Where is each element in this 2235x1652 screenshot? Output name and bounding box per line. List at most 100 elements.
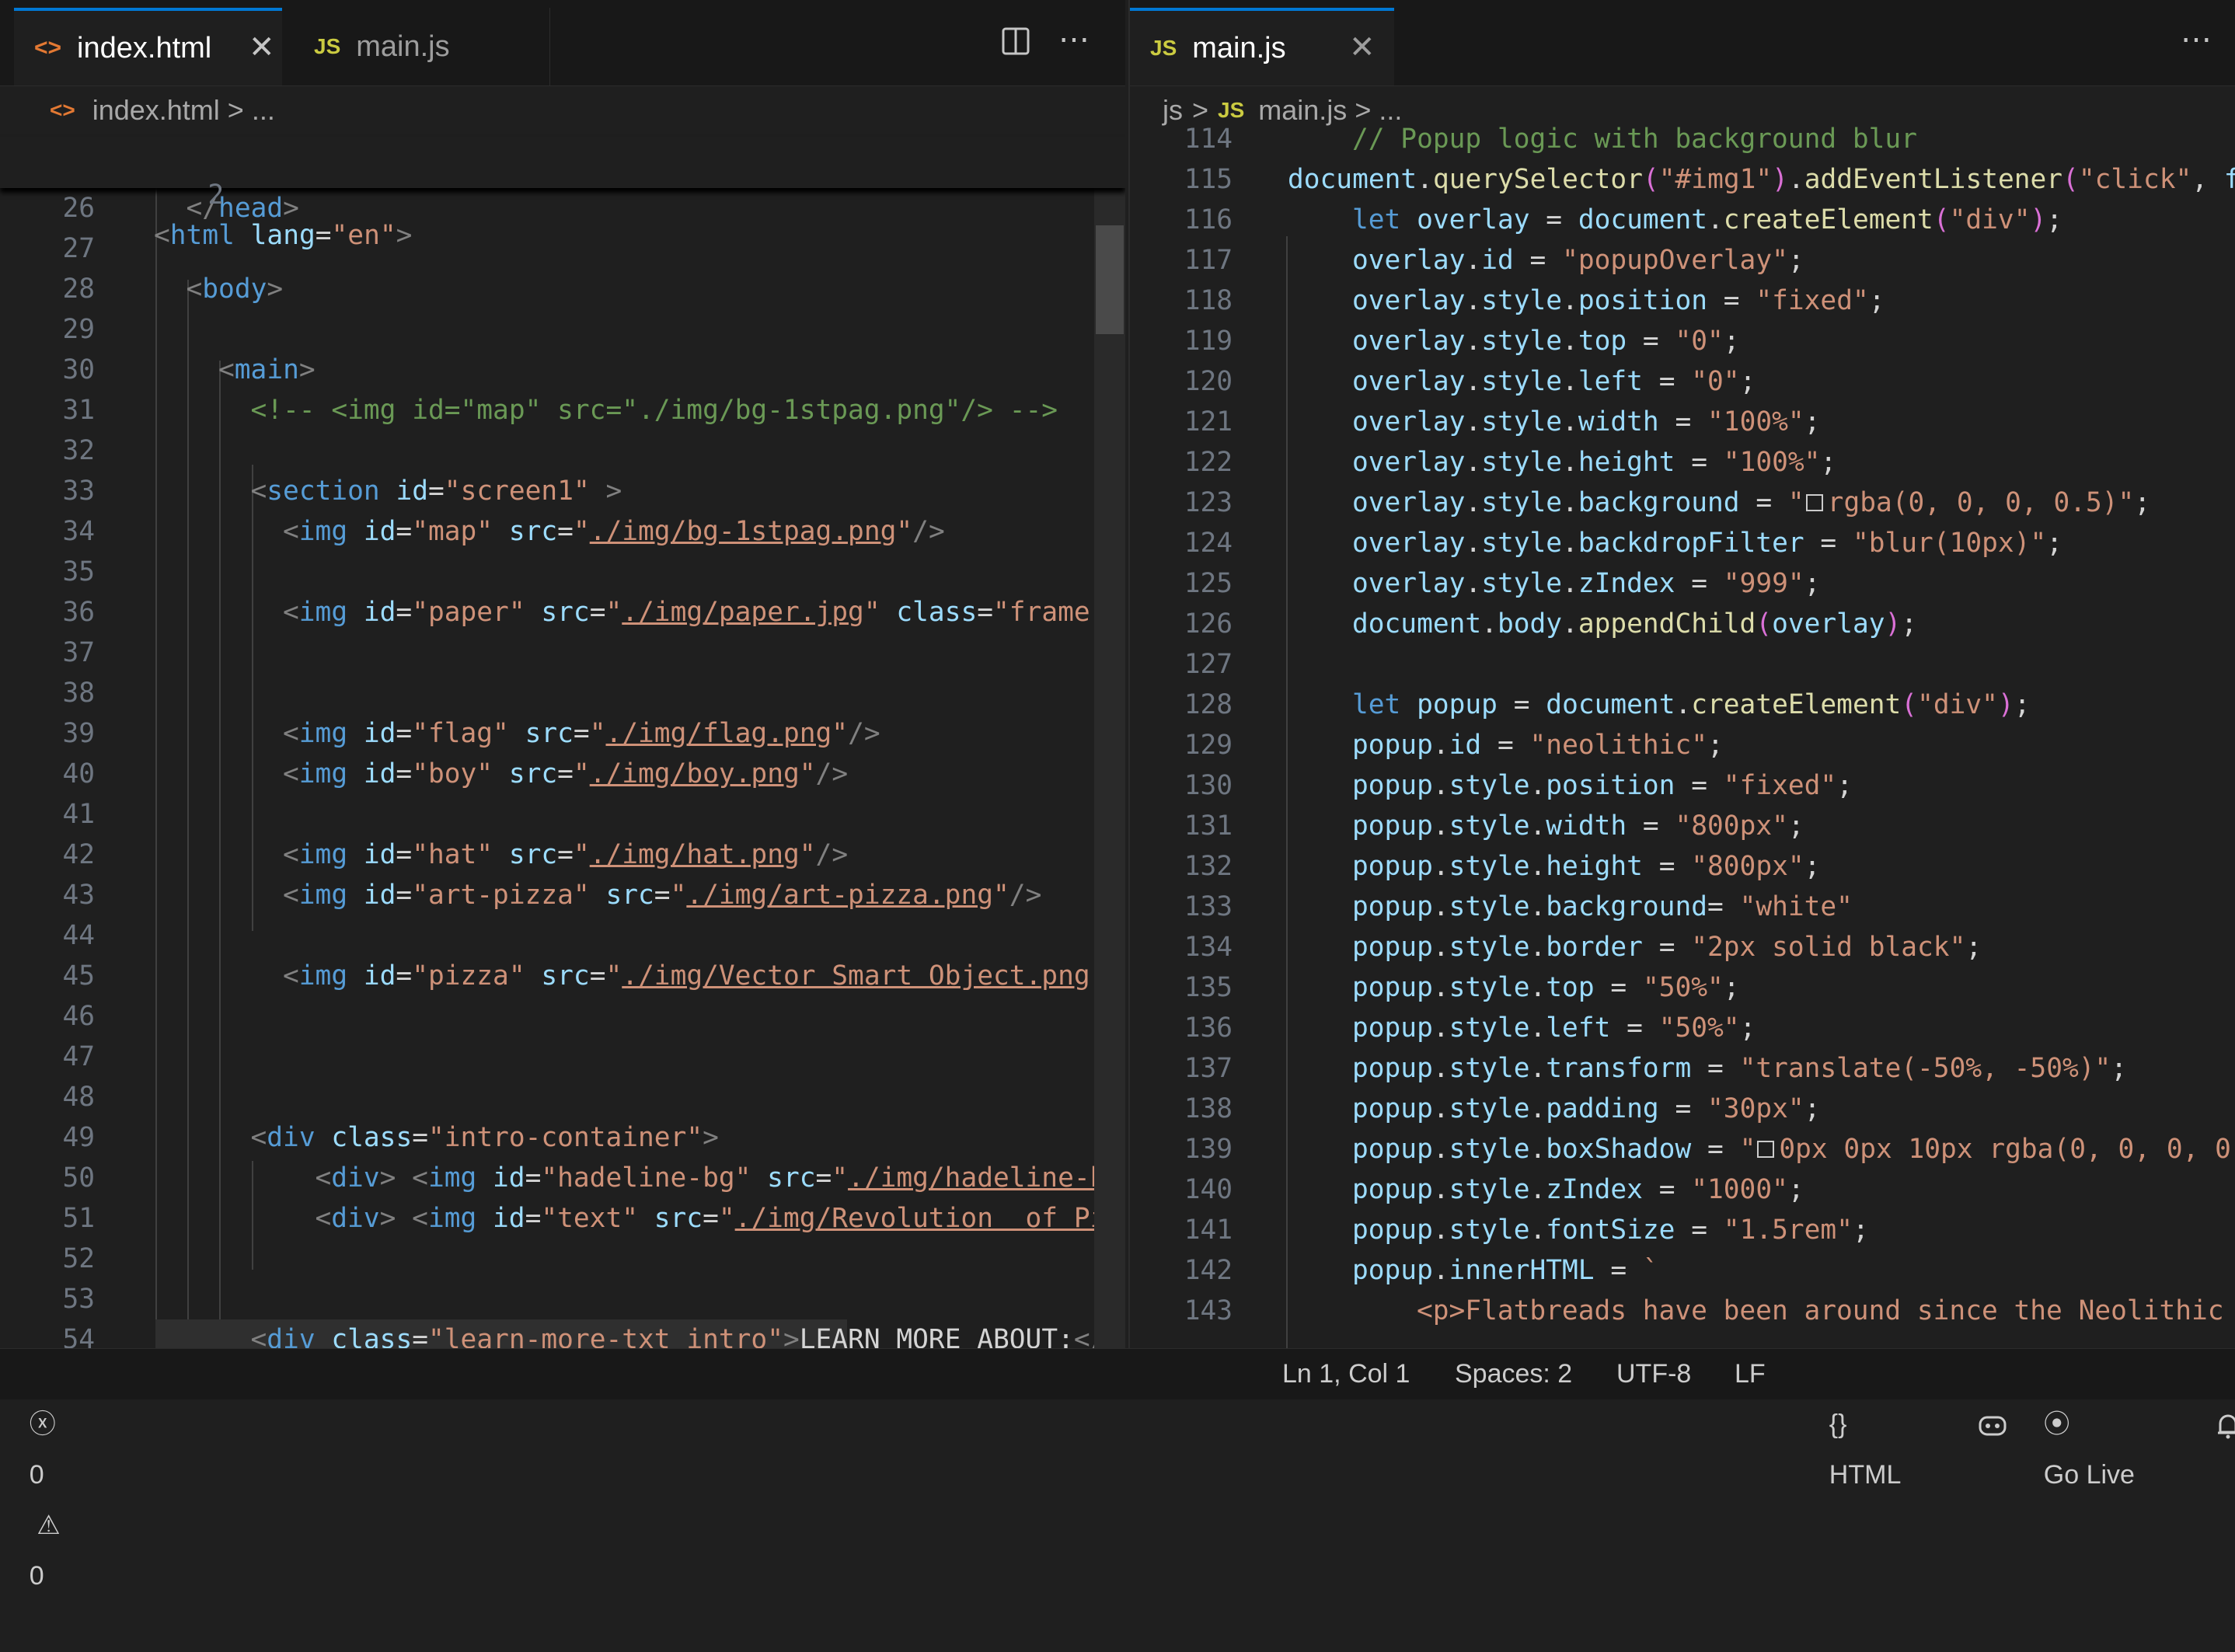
line-code: overlay.style.left = "0"; <box>1352 366 1756 397</box>
line-number: 47 <box>62 1041 95 1072</box>
split-editor-icon[interactable] <box>1001 26 1030 64</box>
line-number: 133 <box>1184 891 1233 922</box>
line-number: 44 <box>62 920 95 951</box>
breadcrumb-more[interactable]: ... <box>252 94 275 127</box>
code-line: 138 popup.style.padding = "30px"; <box>1130 1089 2235 1129</box>
line-code: popup.style.fontSize = "1.5rem"; <box>1352 1215 1869 1246</box>
line-number: 52 <box>62 1243 95 1274</box>
error-icon: ⓧ <box>29 1410 56 1439</box>
line-code: document.body.appendChild(overlay); <box>1352 608 1918 640</box>
line-number: 32 <box>62 435 95 466</box>
line-code: overlay.style.height = "100%"; <box>1352 447 1837 478</box>
end-of-line[interactable]: LF <box>1735 1349 1766 1399</box>
close-icon[interactable]: ✕ <box>249 30 275 65</box>
tab-main-js[interactable]: JS main.js ✕ <box>1130 8 1394 85</box>
copilot-icon[interactable] <box>1947 1349 2008 1436</box>
code-line: 143 <p>Flatbreads have been around since … <box>1130 1291 2235 1331</box>
line-number: 132 <box>1184 851 1233 882</box>
code-editor[interactable]: 2 <html lang="en"> 26 </head> 27 28 <body> 29… <box>0 137 1125 1348</box>
tab-main-js[interactable]: JS main.js <box>294 8 550 85</box>
code-line: 120 overlay.style.left = "0"; <box>1130 361 2235 402</box>
line-code: popup.innerHTML = ` <box>1352 1255 1659 1286</box>
line-code: <html lang="en"> <box>154 220 413 251</box>
line-number: 114 <box>1184 124 1233 155</box>
line-code: overlay.id = "popupOverlay"; <box>1352 245 1804 276</box>
line-code: <div class="learn-more-txt intro">LEARN … <box>250 1324 1123 1348</box>
encoding[interactable]: UTF-8 <box>1616 1349 1691 1399</box>
code-line: 53 <box>0 1279 1125 1319</box>
code-line: 135 popup.style.top = "50%"; <box>1130 967 2235 1008</box>
indentation[interactable]: Spaces: 2 <box>1455 1349 1572 1399</box>
line-code: overlay.style.backdropFilter = "blur(10p… <box>1352 528 2062 559</box>
line-code: <div> <img id="text" src="./img/Revoluti… <box>315 1203 1123 1234</box>
line-number: 30 <box>62 354 95 385</box>
line-number: 125 <box>1184 568 1233 599</box>
problems-indicator[interactable]: ⓧ 0 ⚠ 0 <box>0 1349 61 1591</box>
cursor-position[interactable]: Ln 1, Col 1 <box>1282 1349 1410 1399</box>
line-number: 43 <box>62 880 95 911</box>
line-number: 121 <box>1184 406 1233 437</box>
line-number: 37 <box>62 637 95 668</box>
code-line: 116 let overlay = document.createElement(… <box>1130 200 2235 240</box>
line-code: overlay.style.position = "fixed"; <box>1352 285 1885 316</box>
line-code: <img id="map" src="./img/bg-1stpag.png"/… <box>283 516 945 547</box>
close-icon[interactable]: ✕ <box>1349 30 1376 65</box>
code-line: 117 overlay.id = "popupOverlay"; <box>1130 240 2235 281</box>
line-code: popup.style.background= "white" <box>1352 891 1853 922</box>
code-line: 48 <box>0 1077 1125 1117</box>
color-swatch[interactable] <box>1805 493 1823 511</box>
code-line: 31 <!-- <img id="map" src="./img/bg-1stpa… <box>0 390 1125 430</box>
line-number: 123 <box>1184 487 1233 518</box>
line-code: overlay.style.zIndex = "999"; <box>1352 568 1821 599</box>
line-code: popup.id = "neolithic"; <box>1352 730 1724 761</box>
line-number: 127 <box>1184 649 1233 680</box>
line-number: 142 <box>1184 1255 1233 1286</box>
code-line: 29 <box>0 309 1125 350</box>
sticky-scroll[interactable]: 2 <html lang="en"> <box>0 137 1125 251</box>
code-line: 47 <box>0 1037 1125 1077</box>
line-number: 51 <box>62 1203 95 1234</box>
line-number: 39 <box>62 718 95 749</box>
warning-icon: ⚠ <box>29 1511 61 1540</box>
js-file-icon: JS <box>314 34 341 58</box>
more-actions-icon[interactable]: ⋯ <box>1058 22 1090 58</box>
bell-icon[interactable] <box>2185 1349 2235 1439</box>
tab-index-html[interactable]: <> index.html ✕ <box>14 8 282 85</box>
code-line: 121 overlay.style.width = "100%"; <box>1130 402 2235 442</box>
line-code: popup.style.boxShadow = " 0px 0px 10px rg… <box>1352 1134 2231 1165</box>
more-actions-icon[interactable]: ⋯ <box>2181 22 2212 58</box>
tab-bar: <> index.html ✕ JS main.js ⋯ <box>0 0 1125 86</box>
breadcrumb-file[interactable]: index.html <box>92 94 220 127</box>
language-mode[interactable]: {} HTML <box>1800 1349 1902 1490</box>
breadcrumb: <> index.html > ... <box>0 87 1125 134</box>
line-code: <img id="boy" src="./img/boy.png"/> <box>283 758 849 789</box>
line-code: let overlay = document.createElement("di… <box>1352 204 2063 235</box>
color-swatch[interactable] <box>1757 1140 1775 1158</box>
vertical-scrollbar[interactable] <box>1094 137 1125 1348</box>
code-line: 33 <section id="screen1" > <box>0 471 1125 511</box>
line-number: 119 <box>1184 326 1233 357</box>
code-line: 46 <box>0 996 1125 1037</box>
editor-group-right: JS main.js ✕ ⋯ js > JS main.js > ... 114… <box>1128 0 2235 1348</box>
html-file-icon: <> <box>50 98 75 122</box>
line-code: popup.style.top = "50%"; <box>1352 972 1740 1003</box>
code-line: 140 popup.style.zIndex = "1000"; <box>1130 1169 2235 1210</box>
line-number: 46 <box>62 1001 95 1032</box>
line-code: <section id="screen1" > <box>250 476 622 507</box>
line-number: 139 <box>1184 1134 1233 1165</box>
line-number: 36 <box>62 597 95 628</box>
breadcrumb-separator: > <box>227 94 244 126</box>
line-code: <img id="art-pizza" src="./img/art-pizza… <box>283 880 1042 911</box>
line-number: 49 <box>62 1122 95 1153</box>
broadcast-icon: ⦿ <box>2043 1410 2070 1439</box>
code-line: 35 <box>0 552 1125 592</box>
go-live-button[interactable]: ⦿ Go Live <box>2014 1349 2135 1490</box>
code-editor[interactable]: 114 // Popup logic with background blur 11… <box>1130 124 2235 1348</box>
line-number: 50 <box>62 1162 95 1194</box>
line-number: 31 <box>62 395 95 426</box>
warning-count: 0 <box>29 1561 44 1591</box>
scrollbar-thumb[interactable] <box>1096 225 1124 334</box>
line-number: 141 <box>1184 1215 1233 1246</box>
line-code: <main> <box>218 354 316 385</box>
code-line: 137 popup.style.transform = "translate(-5… <box>1130 1048 2235 1089</box>
